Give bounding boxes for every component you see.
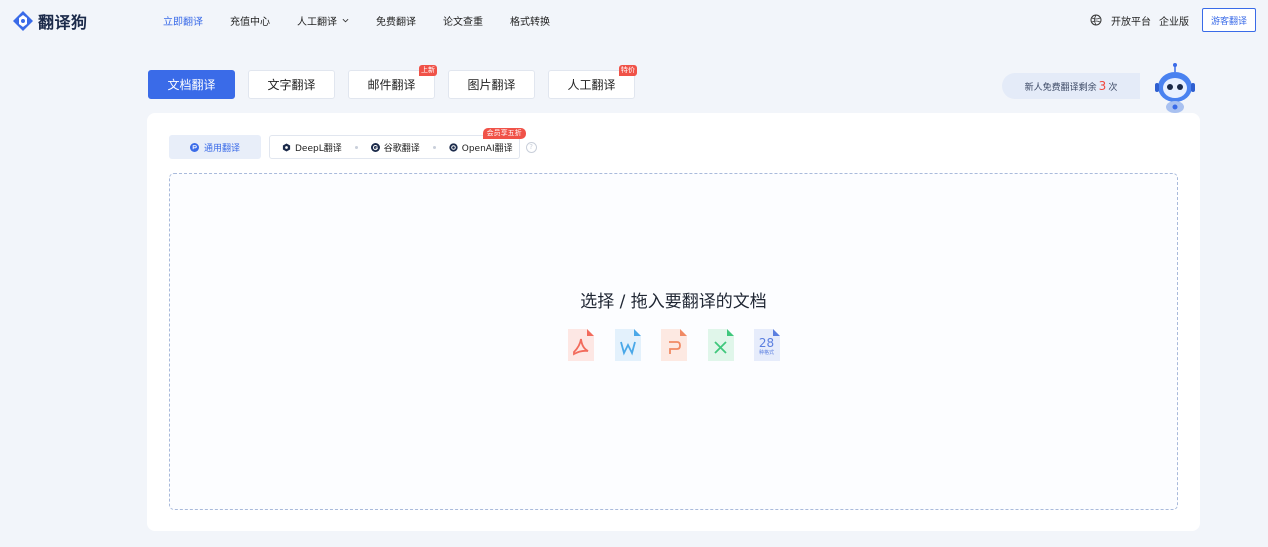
new-badge: 上新 — [419, 65, 437, 76]
nav-item-recharge[interactable]: 充值中心 — [230, 12, 270, 28]
engine-openai-label: OpenAI翻译 — [461, 143, 513, 154]
engine-deepl[interactable]: DeepL翻译 — [282, 141, 342, 154]
engine-openai[interactable]: OpenAI翻译 — [449, 141, 513, 154]
engine-general-button[interactable]: 通用翻译 — [169, 135, 261, 159]
free-quota-prefix: 新人免费翻译剩余 — [1024, 82, 1097, 93]
main-nav: 立即翻译 充值中心 人工翻译 免费翻译 论文查重 格式转换 — [163, 12, 577, 28]
engine-google-label: 谷歌翻译 — [383, 143, 420, 154]
nav-item-translate-now[interactable]: 立即翻译 — [163, 12, 203, 28]
nav-item-format-convert[interactable]: 格式转换 — [510, 12, 550, 28]
free-quota-count: 3 — [1098, 79, 1107, 93]
format-count-label: 种格式 — [758, 350, 774, 356]
top-navigation: 翻译狗 立即翻译 充值中心 人工翻译 免费翻译 论文查重 格式转换 开放平台 企… — [0, 0, 1268, 40]
tab-label: 邮件翻译 — [367, 78, 416, 92]
special-price-badge: 特价 — [619, 65, 637, 76]
separator-dot — [354, 145, 358, 149]
separator-dot — [432, 145, 436, 149]
robot-mascot-icon — [1155, 63, 1195, 113]
deepl-icon — [282, 142, 291, 152]
word-file-icon — [614, 329, 641, 361]
member-discount-badge: 会员享五折 — [482, 128, 526, 139]
engine-deepl-label: DeepL翻译 — [295, 143, 342, 154]
nav-item-plagiarism-check[interactable]: 论文查重 — [443, 12, 483, 28]
help-icon[interactable]: ? — [525, 141, 537, 153]
engine-general-label: 通用翻译 — [203, 143, 240, 154]
tab-image-translation[interactable]: 图片翻译 — [448, 70, 535, 99]
excel-file-icon — [707, 329, 734, 361]
tab-label: 人工翻译 — [567, 78, 616, 92]
google-icon — [370, 142, 380, 152]
nav-item-free-translation[interactable]: 免费翻译 — [376, 12, 416, 28]
supported-formats: 28 种格式 — [566, 328, 799, 362]
tab-document-translation[interactable]: 文档翻译 — [148, 70, 235, 99]
dropzone-title: 选择 / 拖入要翻译的文档 — [580, 292, 767, 312]
openai-icon — [449, 142, 458, 152]
brand-logo[interactable]: 翻译狗 — [12, 9, 88, 33]
engine-google[interactable]: 谷歌翻译 — [370, 141, 420, 154]
tab-human-translation[interactable]: 人工翻译 特价 — [548, 65, 637, 99]
free-quota-banner: 新人免费翻译剩余 3 次 — [1002, 73, 1140, 99]
nav-item-human-translation[interactable]: 人工翻译 — [297, 12, 349, 28]
chevron-down-icon — [342, 18, 349, 22]
general-engine-icon — [189, 142, 199, 152]
more-formats-icon: 28 种格式 — [752, 328, 781, 362]
ppt-file-icon — [661, 329, 687, 361]
format-count: 28 — [758, 336, 775, 350]
engine-options: DeepL翻译 谷歌翻译 OpenAI翻译 会员享五折 — [269, 128, 526, 159]
tab-label: 文字翻译 — [267, 78, 316, 92]
enterprise-link[interactable]: 企业版 — [1159, 13, 1189, 28]
tab-text-translation[interactable]: 文字翻译 — [248, 70, 335, 99]
tab-email-translation[interactable]: 邮件翻译 上新 — [348, 65, 437, 99]
dog-logo-icon — [12, 10, 34, 32]
tab-label: 图片翻译 — [467, 78, 516, 92]
free-quota-suffix: 次 — [1108, 82, 1118, 93]
right-nav: 开放平台 企业版 游客翻译 — [1090, 8, 1256, 32]
translation-card: 通用翻译 DeepL翻译 谷歌翻译 OpenAI翻译 会员享五折 ? 选择 / … — [147, 113, 1200, 531]
mode-tabs: 文档翻译 文字翻译 邮件翻译 上新 图片翻译 人工翻译 特价 — [148, 65, 648, 99]
globe-icon[interactable] — [1090, 14, 1102, 26]
document-dropzone[interactable]: 选择 / 拖入要翻译的文档 28 种格式 — [169, 173, 1178, 510]
tab-label: 文档翻译 — [167, 78, 216, 92]
pdf-file-icon — [568, 329, 594, 361]
brand-name: 翻译狗 — [38, 13, 88, 32]
engine-selector: 通用翻译 DeepL翻译 谷歌翻译 OpenAI翻译 会员享五折 ? — [169, 128, 537, 159]
open-platform-link[interactable]: 开放平台 — [1111, 13, 1151, 28]
guest-translate-button[interactable]: 游客翻译 — [1201, 8, 1256, 32]
nav-item-label: 人工翻译 — [297, 16, 337, 28]
